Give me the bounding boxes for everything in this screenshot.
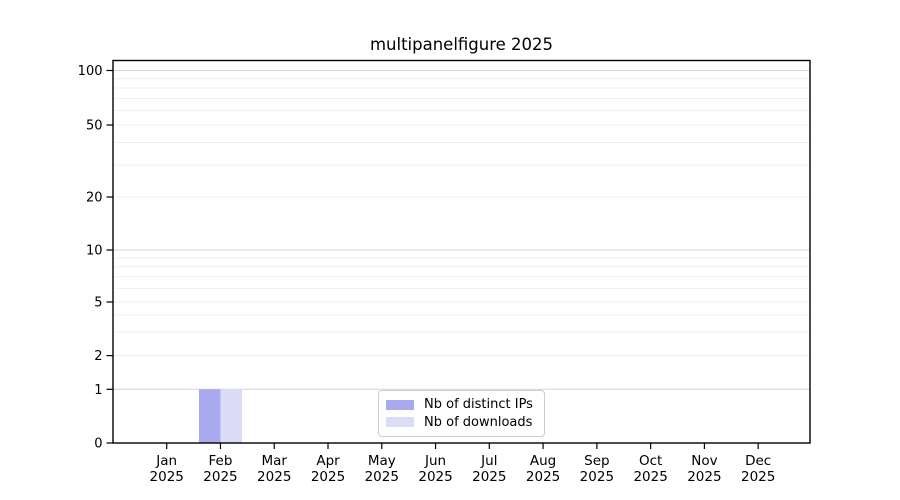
x-tick-label-year: 2025 [257,469,291,485]
x-tick-label-month: Apr [316,453,340,469]
legend: Nb of distinct IPs Nb of downloads [378,390,545,437]
axes-frame [113,61,810,444]
x-tick-label-year: 2025 [687,469,721,485]
legend-swatch-distinct-ips [386,400,414,410]
y-tick-label: 100 [78,64,103,79]
x-tick-label-month: Aug [530,453,556,469]
y-tick-label: 5 [94,296,102,311]
x-tick-label-year: 2025 [365,469,399,485]
x-tick-label-month: Mar [261,453,287,469]
x-tick-label-year: 2025 [311,469,345,485]
legend-label-downloads: Nb of downloads [424,414,532,431]
x-tick-label-year: 2025 [526,469,560,485]
x-tick-label-month: Nov [691,453,717,469]
x-tick-label-month: Oct [639,453,662,469]
legend-swatch-downloads [386,417,414,427]
x-tick-label-month: Jun [424,453,446,469]
x-tick-label-month: Feb [209,453,233,469]
bar-downloads-feb [220,389,242,443]
x-tick-label-year: 2025 [741,469,775,485]
y-tick-label: 50 [86,119,103,134]
x-tick-label-year: 2025 [633,469,667,485]
y-tick-label: 0 [94,437,102,452]
x-tick-label-month: Dec [745,453,771,469]
y-tick-label: 1 [94,383,102,398]
y-tick-label: 10 [86,244,103,259]
legend-item-distinct-ips: Nb of distinct IPs [386,396,536,413]
legend-label-distinct-ips: Nb of distinct IPs [424,396,533,413]
x-tick-label-year: 2025 [203,469,237,485]
legend-item-downloads: Nb of downloads [386,414,536,431]
x-tick-label-month: Jan [155,453,177,469]
figure: multipanelfigure 2025 0125102050100Jan20… [0,0,900,500]
bar-distinct-ips-feb [199,389,221,443]
x-tick-label-month: Sep [584,453,609,469]
x-tick-label-year: 2025 [418,469,452,485]
y-tick-label: 20 [86,191,103,206]
x-tick-label-year: 2025 [472,469,506,485]
x-tick-label-month: May [368,453,396,469]
y-tick-label: 2 [94,349,102,364]
x-tick-label-month: Jul [480,453,497,469]
x-tick-label-year: 2025 [150,469,184,485]
x-tick-label-year: 2025 [580,469,614,485]
